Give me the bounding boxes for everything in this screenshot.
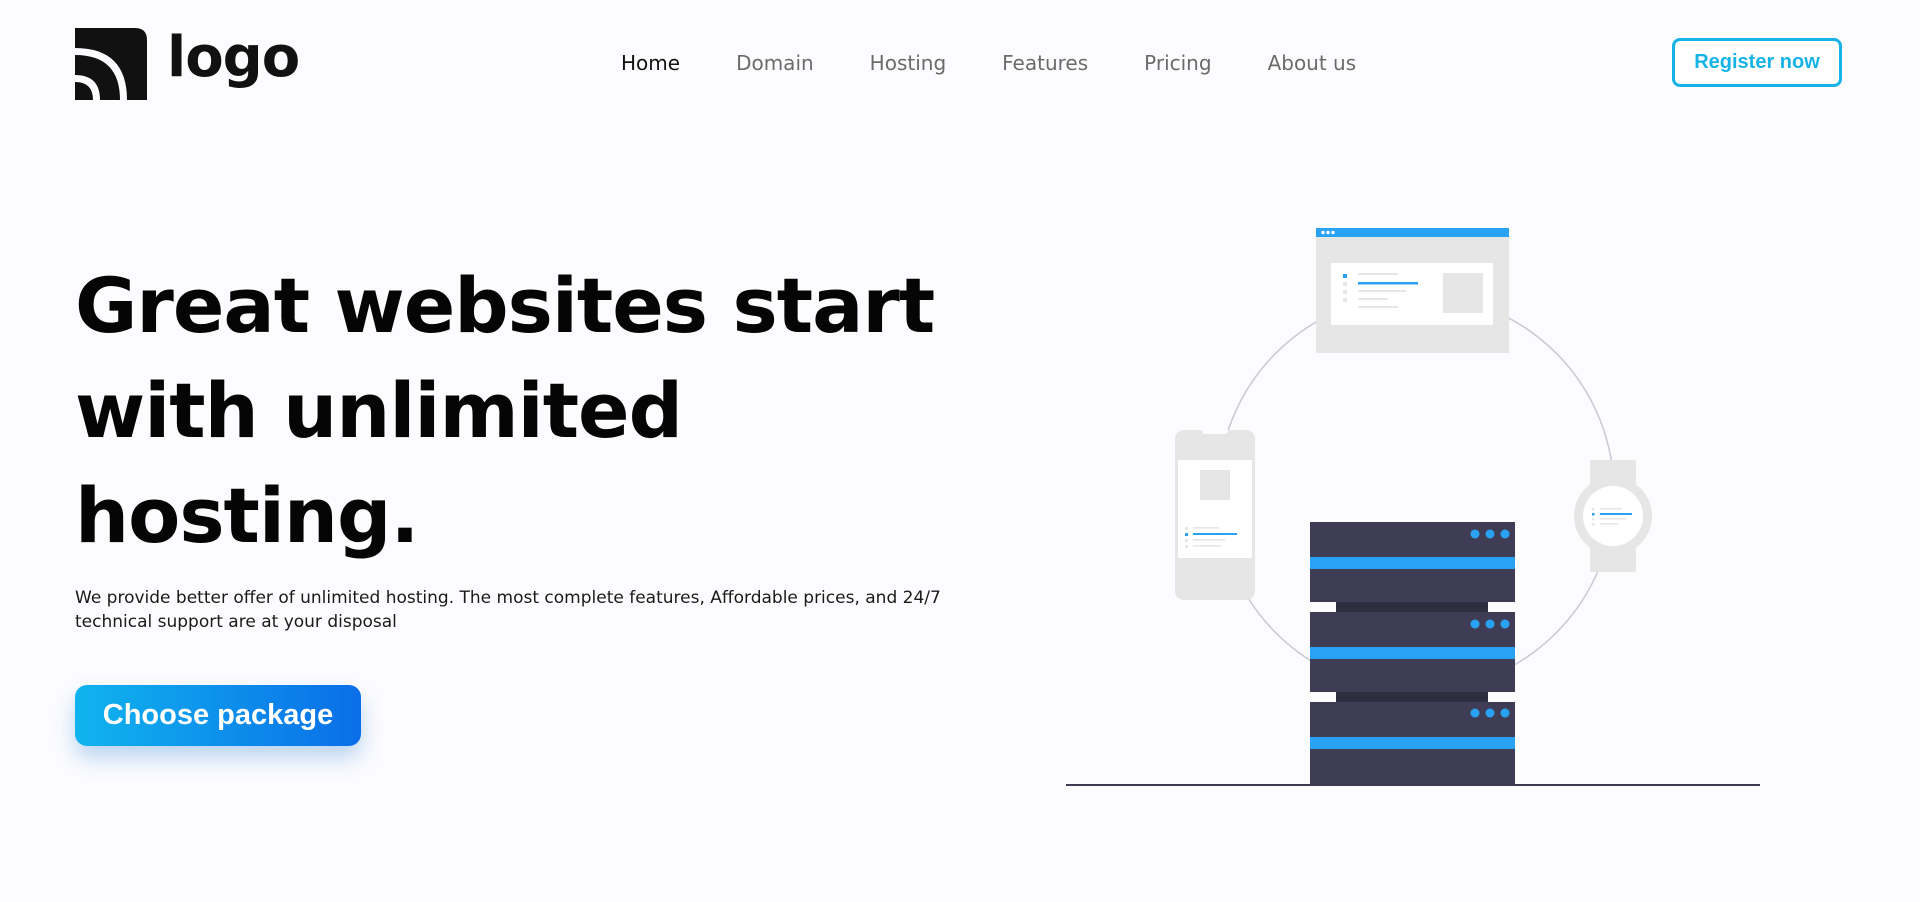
logo-mark-icon	[75, 28, 147, 100]
nav-item-domain[interactable]: Domain	[736, 48, 814, 78]
hero-title-line: hosting.	[75, 471, 419, 560]
hero-title-line: with unlimited	[75, 366, 683, 455]
browser-window-icon	[1316, 228, 1509, 353]
nav-item-hosting[interactable]: Hosting	[870, 48, 946, 78]
nav-item-pricing[interactable]: Pricing	[1144, 48, 1211, 78]
logo-text: logo	[167, 25, 300, 90]
nav-item-features[interactable]: Features	[1002, 48, 1088, 78]
hero-title: Great websites start with unlimited host…	[75, 253, 975, 568]
hero-description-line: We provide better offer of unlimited hos…	[75, 588, 941, 608]
server-rack-icon	[1310, 522, 1515, 785]
hosting-illustration	[1066, 228, 1760, 786]
logo[interactable]: logo	[75, 25, 300, 100]
hero-description: We provide better offer of unlimited hos…	[75, 586, 975, 634]
hero-title-line: Great websites start	[75, 261, 935, 350]
choose-package-button[interactable]: Choose package	[75, 685, 361, 746]
register-now-button[interactable]: Register now	[1672, 38, 1842, 87]
main-nav: Home Domain Hosting Features Pricing Abo…	[621, 48, 1412, 78]
nav-item-home[interactable]: Home	[621, 48, 680, 78]
hero-description-line: technical support are at your disposal	[75, 612, 397, 632]
smartphone-icon	[1175, 428, 1255, 600]
nav-item-about-us[interactable]: About us	[1268, 48, 1357, 78]
smartwatch-icon	[1574, 460, 1652, 572]
